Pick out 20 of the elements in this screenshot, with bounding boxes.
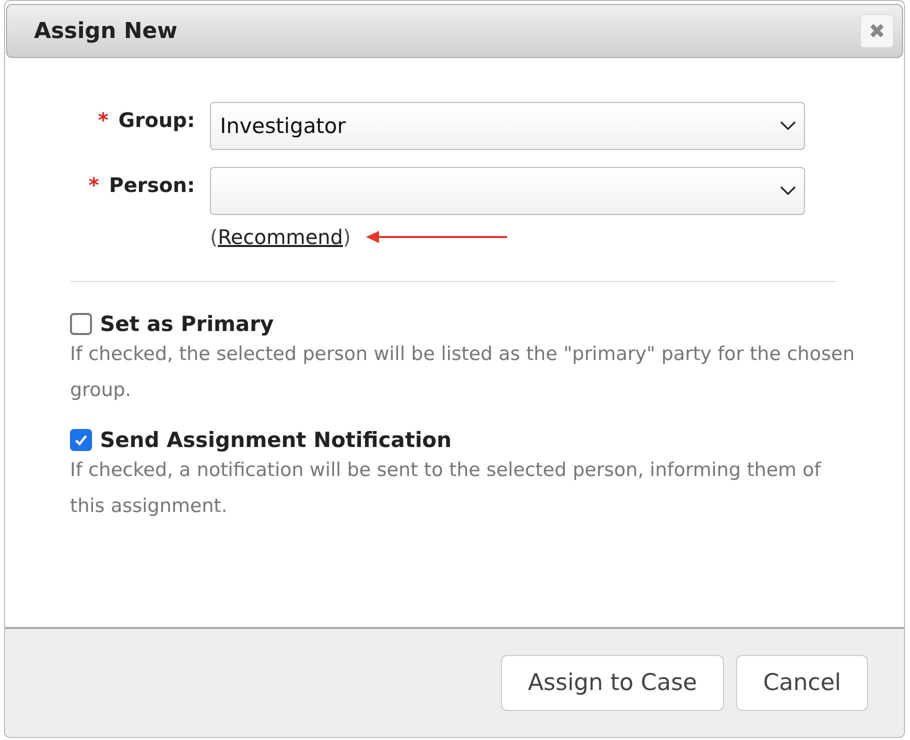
dialog-title: Assign New xyxy=(34,18,178,44)
required-mark: * xyxy=(88,173,100,197)
checkbox[interactable] xyxy=(70,313,92,335)
option-description: If checked, a notification will be sent to the selected person, informing them of this assignment. xyxy=(70,458,822,519)
required-mark: * xyxy=(98,108,108,132)
parenthesis: ) xyxy=(343,225,351,249)
select-field[interactable] xyxy=(210,167,805,215)
parenthesis: ( xyxy=(210,225,218,249)
option-description: If checked, the selected person will be listed as the "primary" party for the chosen group. xyxy=(70,342,856,403)
chevron-down-icon xyxy=(780,121,796,131)
option-label: Send Assignment Notification xyxy=(100,428,452,452)
option-label: Set as Primary xyxy=(100,312,274,336)
select-field[interactable]: Investigator xyxy=(210,102,805,150)
checkbox[interactable] xyxy=(70,429,92,451)
chevron-down-icon xyxy=(780,186,796,196)
recommend-link[interactable]: Recommend xyxy=(218,225,343,249)
field-label: Person: xyxy=(109,173,195,197)
dialog-button[interactable]: Cancel xyxy=(736,655,868,711)
field-label: Group: xyxy=(118,108,195,132)
dialog-button[interactable]: Assign to Case xyxy=(500,655,724,711)
